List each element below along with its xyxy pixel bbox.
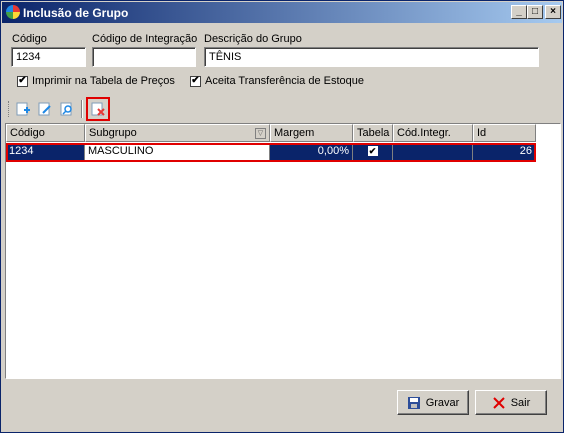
add-record-button[interactable] [13,99,33,119]
column-header-codigo[interactable]: Código [6,124,85,142]
cell-id[interactable]: 26 [473,143,536,161]
cell-cod-integr[interactable] [393,143,473,161]
column-header-subgrupo[interactable]: Subgrupo ▽ [85,124,270,142]
toolbar-grip [8,101,11,117]
search-document-icon [60,102,72,116]
edit-record-button[interactable] [35,99,55,119]
filter-icon[interactable]: ▽ [255,128,266,139]
gravar-label: Gravar [425,396,460,409]
descricao-label: Descrição do Grupo [204,33,302,45]
sair-button[interactable]: Sair [475,390,547,415]
subgroup-grid[interactable]: Código Subgrupo ▽ Margem Tabela Cód.Inte… [5,123,561,379]
cell-tabela[interactable]: ✔ [353,143,393,161]
column-header-margem[interactable]: Margem [270,124,353,142]
aceita-label: Aceita Transferência de Estoque [205,75,364,87]
search-record-button[interactable] [57,99,77,119]
descricao-input[interactable]: TÊNIS [204,47,539,67]
sair-label: Sair [510,396,531,409]
toolbar-separator [81,100,83,118]
edit-document-icon [38,102,51,116]
integracao-label: Código de Integração [92,33,198,45]
delete-record-button[interactable] [86,97,110,121]
table-row[interactable]: 1234 MASCULINO 0,00% ✔ 26 [6,143,536,161]
column-header-id[interactable]: Id [473,124,536,142]
check-icon[interactable]: ✔ [367,146,378,156]
imprimir-checkbox[interactable]: ✔ Imprimir na Tabela de Preços [17,75,175,87]
codigo-input[interactable]: 1234 [11,47,86,67]
save-icon [407,396,420,409]
cell-subgrupo[interactable]: MASCULINO [85,143,270,161]
codigo-label: Código [12,33,47,45]
window-title: Inclusão de Grupo [23,6,129,20]
app-logo-icon [6,5,20,19]
imprimir-label: Imprimir na Tabela de Preços [32,75,175,87]
integracao-input[interactable] [92,47,196,67]
grid-toolbar [5,97,561,123]
gravar-button[interactable]: Gravar [397,390,469,415]
close-button[interactable]: × [545,5,561,19]
minimize-button[interactable]: _ [511,5,527,19]
column-header-tabela[interactable]: Tabela [353,124,393,142]
close-x-icon [493,396,505,409]
title-bar[interactable]: Inclusão de Grupo _ □ × [2,2,562,23]
cell-margem[interactable]: 0,00% [270,143,353,161]
aceita-checkbox[interactable]: ✔ Aceita Transferência de Estoque [190,75,364,87]
dialog-window: Inclusão de Grupo _ □ × Código 1234 Códi… [0,0,564,433]
delete-document-icon [91,102,105,116]
check-icon: ✔ [190,75,201,87]
maximize-button[interactable]: □ [527,5,543,19]
column-header-subgrupo-label: Subgrupo [89,127,137,139]
check-icon: ✔ [17,75,28,87]
add-document-icon [16,102,30,116]
cell-codigo[interactable]: 1234 [6,143,85,161]
column-header-cod-integr[interactable]: Cód.Integr. [393,124,473,142]
